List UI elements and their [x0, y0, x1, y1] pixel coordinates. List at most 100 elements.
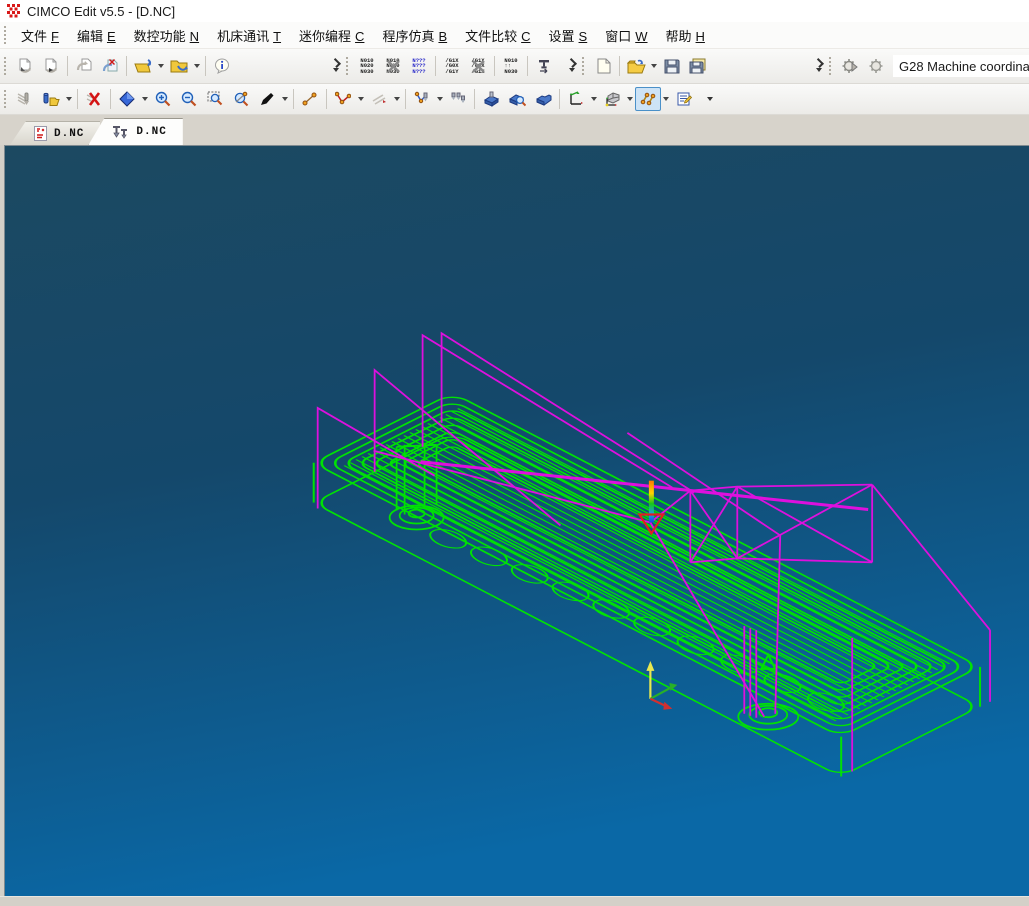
open-file-button[interactable] [623, 54, 649, 78]
measure-angle-dropdown[interactable] [356, 87, 366, 111]
stop-transfer-button[interactable] [97, 54, 123, 78]
view-mode-dropdown[interactable] [140, 87, 150, 111]
show-tool-dropdown[interactable] [435, 87, 445, 111]
tab-editor-dnc[interactable]: D.NC [10, 121, 101, 145]
remove-line-numbers-button[interactable]: N010 N0X0 N030 [380, 54, 406, 78]
separator [293, 89, 294, 109]
title-bar: CIMCO Edit v5.5 - [D.NC] [0, 0, 1029, 22]
save-file-button[interactable] [659, 54, 685, 78]
zoom-out-button[interactable] [176, 87, 202, 111]
solid-simulation-button[interactable] [478, 87, 504, 111]
chevron-right-icon [813, 58, 824, 68]
zoom-window-icon [207, 91, 223, 106]
new-file-button[interactable] [590, 54, 616, 78]
close-backplot-button[interactable] [81, 87, 107, 111]
chevron-down-icon [815, 68, 822, 72]
insert-block-skip-button[interactable]: /G1X /G0X /G1Y [439, 54, 465, 78]
toolbar-drag-handle[interactable] [581, 56, 586, 76]
toolbar-overflow-button[interactable] [329, 53, 342, 79]
show-toolpath-points-button[interactable] [635, 87, 661, 111]
view-axes-button[interactable] [563, 87, 589, 111]
menu-edit[interactable]: 编辑 E [68, 23, 125, 48]
open-tool-setup-button[interactable] [38, 87, 64, 111]
toolbar-overflow-button[interactable] [812, 53, 825, 79]
toolbar-drag-handle[interactable] [3, 89, 8, 109]
menu-machine-comm[interactable]: 机床通讯 T [208, 23, 290, 48]
backplot-viewport [4, 145, 1029, 896]
backplot-settings-button[interactable] [671, 87, 697, 111]
macro-combobox[interactable]: G28 Machine coordinate r [893, 55, 1029, 77]
receive-dropdown[interactable] [156, 54, 166, 78]
save-all-button[interactable] [685, 54, 711, 78]
menu-help[interactable]: 帮助 H [657, 23, 714, 48]
pen-icon [261, 93, 274, 105]
view-mode-button[interactable] [114, 87, 140, 111]
tool-setup-dropdown[interactable] [64, 87, 74, 111]
menu-settings[interactable]: 设置 S [540, 23, 597, 48]
menu-mini-programming[interactable]: 迷你编程 C [290, 23, 373, 48]
toolbar-drag-handle[interactable] [3, 56, 8, 76]
menubar-drag-handle[interactable] [3, 25, 8, 45]
open-recent-dropdown[interactable] [649, 54, 659, 78]
renumber-blocks-button[interactable]: N??? N??? N??? [406, 54, 432, 78]
receive-file-button[interactable] [12, 54, 38, 78]
edit-macro-button[interactable] [863, 54, 889, 78]
tab-backplot-dnc[interactable]: D.NC [88, 118, 183, 145]
menu-nc-functions[interactable]: 数控功能 N [125, 23, 208, 48]
measure-disabled-button[interactable] [366, 87, 392, 111]
show-all-tools-button[interactable] [445, 87, 471, 111]
show-tool-button[interactable] [409, 87, 435, 111]
solid-zoom-button[interactable] [504, 87, 530, 111]
draw-mode-button[interactable] [254, 87, 280, 111]
transfer-file-icon [76, 58, 91, 71]
tab-label: D.NC [54, 127, 85, 140]
solid-block-button[interactable] [530, 87, 556, 111]
show-tool-icon [414, 91, 428, 104]
dropdown-caret-icon [663, 97, 669, 101]
draw-mode-dropdown[interactable] [280, 87, 290, 111]
info-button[interactable] [209, 54, 235, 78]
dropdown-caret-icon [66, 97, 72, 101]
zoom-in-button[interactable] [150, 87, 176, 111]
send-dropdown[interactable] [192, 54, 202, 78]
file-toolbar [578, 49, 825, 83]
receive-to-editor-button[interactable] [130, 54, 156, 78]
toolbar-drag-handle[interactable] [345, 56, 350, 76]
toolbar-overflow-button[interactable] [565, 53, 578, 79]
menu-file-compare[interactable]: 文件比较 C [456, 23, 539, 48]
remove-block-skip-button[interactable]: /G1X /G0X /G1X [465, 54, 491, 78]
menu-window[interactable]: 窗口 W [596, 23, 656, 48]
folder-receive-icon [134, 59, 152, 73]
toolbar-drag-handle[interactable] [828, 56, 833, 76]
separator [494, 56, 495, 76]
separator [77, 89, 78, 109]
macro-gear-icon [842, 59, 858, 73]
goto-line-button[interactable] [531, 54, 557, 78]
toolpath-points-dropdown[interactable] [661, 87, 671, 111]
chevron-down-icon [706, 97, 713, 101]
view-axes-dropdown[interactable] [589, 87, 599, 111]
measure-distance-button[interactable] [297, 87, 323, 111]
send-file-button[interactable] [38, 54, 64, 78]
backplot-disabled-button[interactable] [12, 87, 38, 111]
iso-view-button[interactable] [599, 87, 625, 111]
zoom-measure-button[interactable] [228, 87, 254, 111]
menu-file[interactable]: 文件 F [12, 23, 68, 48]
backplot-canvas[interactable] [5, 146, 1029, 896]
toolbar-overflow-button[interactable] [703, 86, 716, 112]
window-bottom-strip [0, 896, 1029, 906]
goto-block-button[interactable]: N010 ↑↑ N030 [498, 54, 524, 78]
menu-backplot[interactable]: 程序仿真 B [373, 23, 456, 48]
measure-disabled-dropdown[interactable] [392, 87, 402, 111]
zoom-window-button[interactable] [202, 87, 228, 111]
macro-combo-value: G28 Machine coordinate r [899, 58, 1029, 74]
transfer-file-button[interactable] [71, 54, 97, 78]
insert-slashes-icon: /G1X /G0X /G1Y [445, 56, 459, 75]
window-title: CIMCO Edit v5.5 - [D.NC] [27, 3, 176, 19]
menu-bar: 文件 F 编辑 E 数控功能 N 机床通讯 T 迷你编程 C 程序仿真 B 文件比较 C 设置… [0, 22, 1029, 49]
iso-view-dropdown[interactable] [625, 87, 635, 111]
insert-macro-button[interactable] [837, 54, 863, 78]
measure-angle-button[interactable] [330, 87, 356, 111]
send-from-folder-button[interactable] [166, 54, 192, 78]
renumber-lines-button[interactable]: N010 N020 N030 [354, 54, 380, 78]
